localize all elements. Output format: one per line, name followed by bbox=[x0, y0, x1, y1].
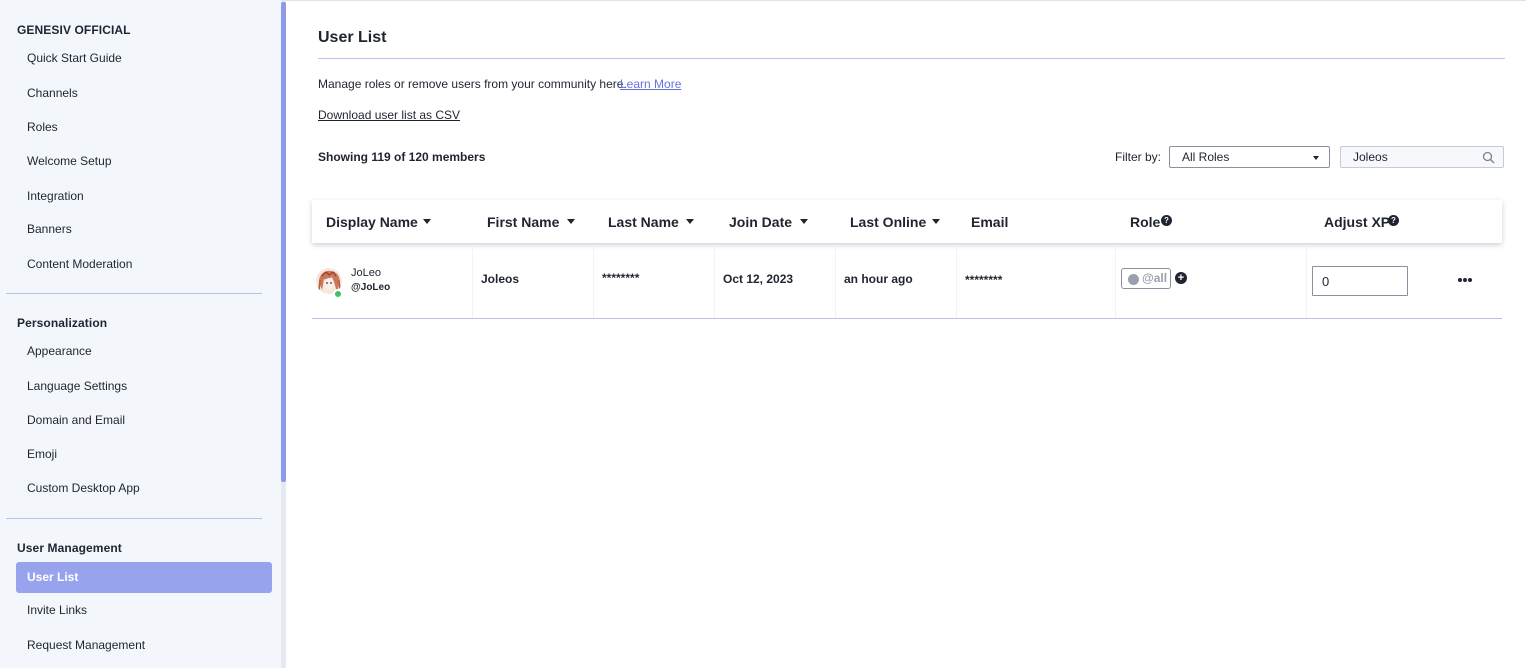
user-join-date: Oct 12, 2023 bbox=[723, 272, 794, 286]
more-options-button[interactable] bbox=[1458, 274, 1474, 286]
sidebar-item-custom-desktop-app[interactable]: Custom Desktop App bbox=[16, 473, 272, 504]
sidebar-item-quick-start-guide[interactable]: Quick Start Guide bbox=[16, 43, 272, 74]
sidebar-item-language-settings[interactable]: Language Settings bbox=[16, 371, 272, 402]
column-header-last-name[interactable]: Last Name bbox=[608, 214, 679, 230]
search-input[interactable] bbox=[1353, 148, 1478, 166]
sidebar-scrollbar[interactable] bbox=[281, 0, 286, 668]
learn-more-link[interactable]: Learn More bbox=[620, 77, 681, 91]
sidebar-divider bbox=[6, 293, 262, 294]
online-status-indicator bbox=[333, 289, 343, 299]
column-divider bbox=[1115, 245, 1116, 319]
sidebar-item-roles[interactable]: Roles bbox=[16, 112, 272, 143]
sort-caret-icon[interactable] bbox=[567, 219, 575, 224]
sidebar-item-content-moderation[interactable]: Content Moderation bbox=[16, 249, 272, 280]
more-dot bbox=[1468, 278, 1472, 282]
column-divider bbox=[593, 245, 594, 319]
user-display-name[interactable]: JoLeo bbox=[351, 267, 381, 279]
sidebar-divider bbox=[6, 518, 262, 519]
column-header-last-online[interactable]: Last Online bbox=[850, 214, 926, 230]
column-divider bbox=[472, 245, 473, 319]
member-count: Showing 119 of 120 members bbox=[318, 150, 486, 164]
adjust-xp-input[interactable] bbox=[1312, 266, 1408, 296]
sidebar-item-emoji[interactable]: Emoji bbox=[16, 439, 272, 470]
sort-caret-icon[interactable] bbox=[423, 219, 431, 224]
sidebar-item-banners[interactable]: Banners bbox=[16, 214, 272, 245]
sidebar-item-user-list[interactable]: User List bbox=[16, 562, 272, 593]
user-last-name: ******** bbox=[602, 271, 640, 285]
page-title: User List bbox=[318, 29, 387, 46]
column-header-first-name[interactable]: First Name bbox=[487, 214, 559, 230]
filter-label: Filter by: bbox=[1115, 150, 1162, 164]
role-chip[interactable]: @all bbox=[1121, 268, 1171, 289]
sort-caret-icon[interactable] bbox=[686, 219, 694, 224]
role-filter-select[interactable]: All Roles bbox=[1169, 146, 1330, 168]
sidebar-item-integration[interactable]: Integration bbox=[16, 181, 272, 212]
help-icon[interactable]: ? bbox=[1388, 215, 1399, 226]
column-header-adjust-xp: Adjust XP bbox=[1324, 214, 1391, 230]
chevron-down-icon bbox=[1313, 156, 1319, 160]
sidebar-item-welcome-setup[interactable]: Welcome Setup bbox=[16, 146, 272, 177]
sidebar-item-channels[interactable]: Channels bbox=[16, 78, 272, 109]
download-csv-link[interactable]: Download user list as CSV bbox=[318, 108, 460, 122]
more-dot bbox=[1463, 278, 1467, 282]
user-email: ******** bbox=[965, 273, 1003, 287]
add-role-icon[interactable]: + bbox=[1175, 272, 1187, 284]
user-handle: @JoLeo bbox=[351, 282, 391, 293]
sort-caret-icon[interactable] bbox=[932, 219, 940, 224]
column-divider bbox=[835, 245, 836, 319]
top-rule bbox=[286, 0, 1526, 1]
search-icon[interactable] bbox=[1482, 151, 1495, 164]
column-header-email: Email bbox=[971, 214, 1009, 230]
role-filter-value: All Roles bbox=[1182, 150, 1230, 164]
column-header-display-name[interactable]: Display Name bbox=[326, 214, 418, 230]
sidebar-item-domain-and-email[interactable]: Domain and Email bbox=[16, 405, 272, 436]
sidebar-item-appearance[interactable]: Appearance bbox=[16, 336, 272, 367]
column-header-role: Role bbox=[1130, 214, 1161, 230]
role-chip-label: @all bbox=[1142, 271, 1168, 285]
role-color-dot bbox=[1128, 274, 1139, 285]
row-divider bbox=[312, 318, 1502, 319]
member-search[interactable] bbox=[1340, 146, 1504, 168]
help-icon[interactable]: ? bbox=[1161, 215, 1172, 226]
sidebar: GENESIV OFFICIAL Quick Start Guide Chann… bbox=[0, 0, 281, 668]
sidebar-item-invite-links[interactable]: Invite Links bbox=[16, 595, 272, 626]
title-divider bbox=[318, 58, 1505, 59]
table-header: Display Name First Name Last Name Join D… bbox=[312, 200, 1502, 243]
sidebar-section-title: Personalization bbox=[17, 316, 108, 330]
column-divider bbox=[956, 245, 957, 319]
user-last-online: an hour ago bbox=[844, 272, 913, 286]
column-divider bbox=[1306, 245, 1307, 319]
column-divider bbox=[714, 245, 715, 319]
sidebar-section-title: GENESIV OFFICIAL bbox=[17, 23, 131, 37]
column-header-join-date[interactable]: Join Date bbox=[729, 214, 792, 230]
more-dot bbox=[1458, 278, 1462, 282]
sidebar-section-title: User Management bbox=[17, 541, 122, 555]
user-first-name: Joleos bbox=[481, 272, 520, 286]
scrollbar-thumb[interactable] bbox=[281, 2, 286, 482]
intro-text: Manage roles or remove users from your c… bbox=[318, 77, 627, 91]
sort-caret-icon[interactable] bbox=[800, 219, 808, 224]
sidebar-item-request-management[interactable]: Request Management bbox=[16, 630, 272, 661]
